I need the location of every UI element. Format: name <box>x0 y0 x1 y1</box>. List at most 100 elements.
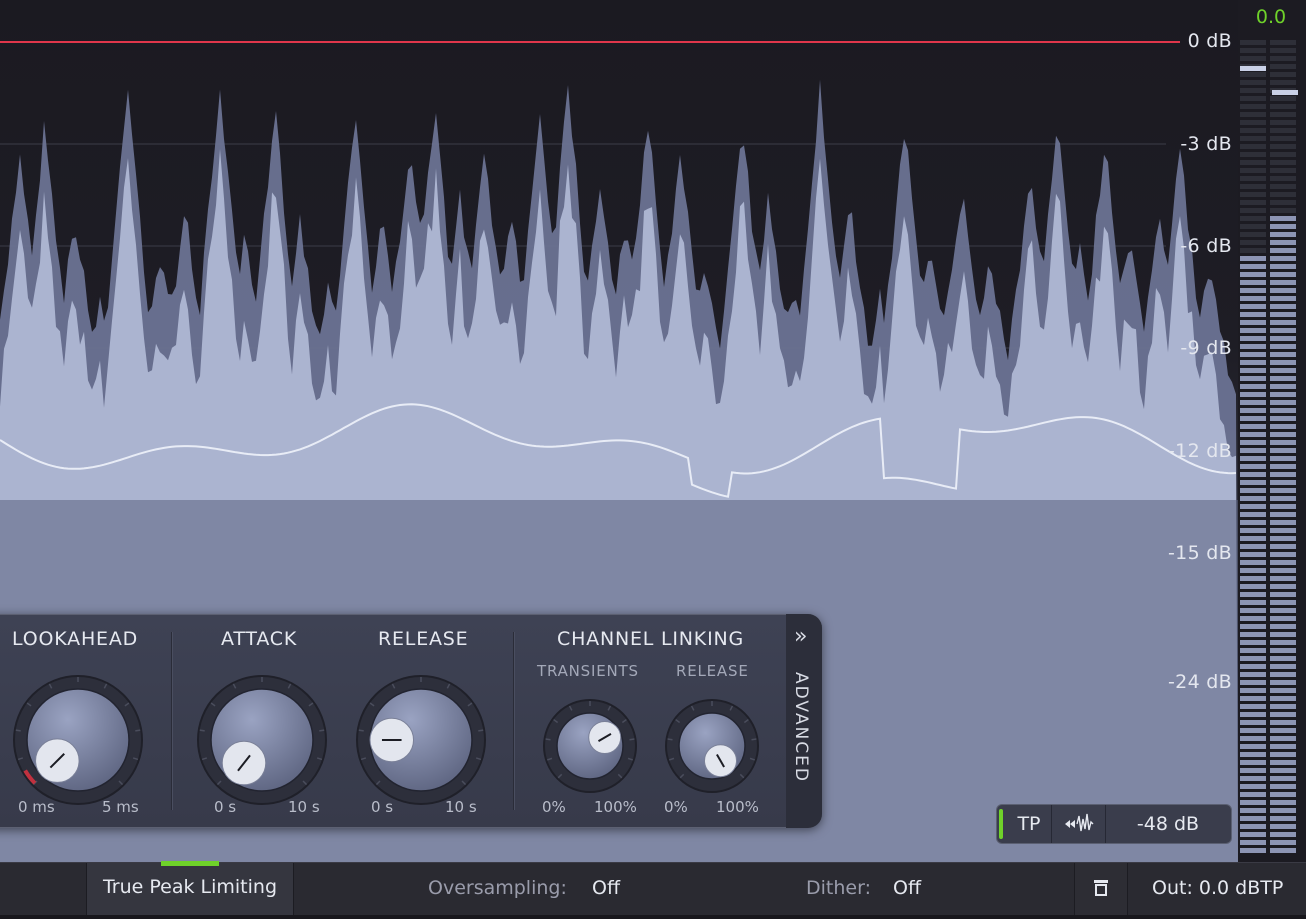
attack-knob[interactable] <box>194 672 330 808</box>
meter-segment <box>1240 520 1266 525</box>
meter-segment <box>1270 792 1296 797</box>
meter-segment <box>1240 648 1266 653</box>
knob-tick <box>358 729 364 732</box>
meter-segment <box>1270 152 1296 157</box>
display-options-bar: TP -48 dB <box>996 804 1232 844</box>
meter-segment <box>1240 384 1266 389</box>
meter-segment <box>1240 696 1266 701</box>
meter-segment <box>1240 536 1266 541</box>
db-label-minus15: -15 dB <box>1168 542 1232 564</box>
meter-segment <box>1270 320 1296 325</box>
meter-segment <box>1270 568 1296 573</box>
meter-segment <box>1240 832 1266 837</box>
meter-segment <box>1270 672 1296 677</box>
meter-segment <box>1270 176 1296 181</box>
meter-segment <box>1240 720 1266 725</box>
meter-segment <box>1240 240 1266 245</box>
meter-segment <box>1270 128 1296 133</box>
meter-segment <box>1240 624 1266 629</box>
oversampling-value[interactable]: Off <box>592 877 620 899</box>
lookahead-max-label: 5 ms <box>102 798 139 816</box>
meter-segment <box>1270 768 1296 773</box>
linking-release-knob[interactable] <box>662 696 762 796</box>
release-knob[interactable] <box>353 672 489 808</box>
meter-segment <box>1240 232 1266 237</box>
meter-segment <box>1270 104 1296 109</box>
meter-segment <box>1270 496 1296 501</box>
meter-segment <box>1240 712 1266 717</box>
meter-segment <box>1270 56 1296 61</box>
trash-button[interactable] <box>1074 863 1128 915</box>
linking-release-max-label: 100% <box>716 798 759 816</box>
meter-segment <box>1270 96 1296 101</box>
meter-segment <box>1270 440 1296 445</box>
meter-segment <box>1270 328 1296 333</box>
meter-segment <box>1270 840 1296 845</box>
true-peak-limiting-label: True Peak Limiting <box>102 876 278 898</box>
meter-segment <box>1240 256 1266 261</box>
meter-segment <box>1240 264 1266 269</box>
meter-segment <box>1270 664 1296 669</box>
meter-segment <box>1240 416 1266 421</box>
meter-segment <box>1240 640 1266 645</box>
true-peak-limiting-button[interactable]: True Peak Limiting <box>86 861 294 915</box>
bottom-toolbar: True Peak Limiting Oversampling: Off Dit… <box>0 861 1306 915</box>
meter-segment <box>1240 800 1266 805</box>
meter-segment <box>1240 176 1266 181</box>
meter-segment <box>1270 488 1296 493</box>
lookahead-knob[interactable] <box>10 672 146 808</box>
meter-segment <box>1270 280 1296 285</box>
meter-segment <box>1270 384 1296 389</box>
meter-segment <box>1270 712 1296 717</box>
meter-bars <box>1240 40 1298 853</box>
release-title: RELEASE <box>378 628 469 650</box>
meter-segment <box>1240 568 1266 573</box>
meter-segment <box>1270 80 1296 85</box>
dither-value[interactable]: Off <box>893 877 921 899</box>
knob-tick <box>319 729 325 732</box>
oversampling-label: Oversampling: <box>428 877 567 899</box>
waveform-rewind-icon <box>1065 813 1094 832</box>
meter-segment <box>1270 576 1296 581</box>
attack-title: ATTACK <box>221 628 298 650</box>
meter-segment <box>1270 696 1296 701</box>
meter-segment <box>1270 192 1296 197</box>
knob-tick <box>15 729 21 732</box>
meter-segment <box>1240 552 1266 557</box>
meter-segment <box>1270 608 1296 613</box>
meter-segment <box>1240 392 1266 397</box>
meter-segment <box>1240 272 1266 277</box>
meter-segment <box>1240 544 1266 549</box>
db-label-minus6: -6 dB <box>1180 235 1232 257</box>
meter-segment <box>1270 760 1296 765</box>
waveform-mode-button[interactable] <box>1053 805 1106 843</box>
meter-segment <box>1240 824 1266 829</box>
meter-segment <box>1270 800 1296 805</box>
db-label-minus9: -9 dB <box>1180 337 1232 359</box>
meter-segment <box>1270 216 1296 221</box>
meter-segment <box>1240 184 1266 189</box>
true-peak-display-button[interactable]: TP <box>1007 805 1052 843</box>
meter-segment <box>1270 112 1296 117</box>
meter-segment <box>1240 120 1266 125</box>
meter-segment <box>1240 632 1266 637</box>
meter-segment <box>1270 376 1296 381</box>
meter-segment <box>1240 760 1266 765</box>
meter-segment <box>1270 360 1296 365</box>
meter-segment <box>1270 824 1296 829</box>
advanced-toggle[interactable]: » ADVANCED <box>786 614 822 828</box>
attack-min-label: 0 s <box>214 798 237 816</box>
panel-divider <box>513 632 514 810</box>
lookahead-min-label: 0 ms <box>18 798 55 816</box>
display-range-value[interactable]: -48 dB <box>1109 805 1227 843</box>
meter-segment <box>1240 40 1266 45</box>
meter-segment <box>1240 528 1266 533</box>
channel-linking-title: CHANNEL LINKING <box>557 628 745 650</box>
transients-knob[interactable] <box>540 696 640 796</box>
meter-segment <box>1240 704 1266 709</box>
meter-segment <box>1270 552 1296 557</box>
db-label-0: 0 dB <box>1187 30 1232 52</box>
meter-segment <box>1270 344 1296 349</box>
db-label-minus24: -24 dB <box>1168 671 1232 693</box>
meter-segment <box>1240 296 1266 301</box>
